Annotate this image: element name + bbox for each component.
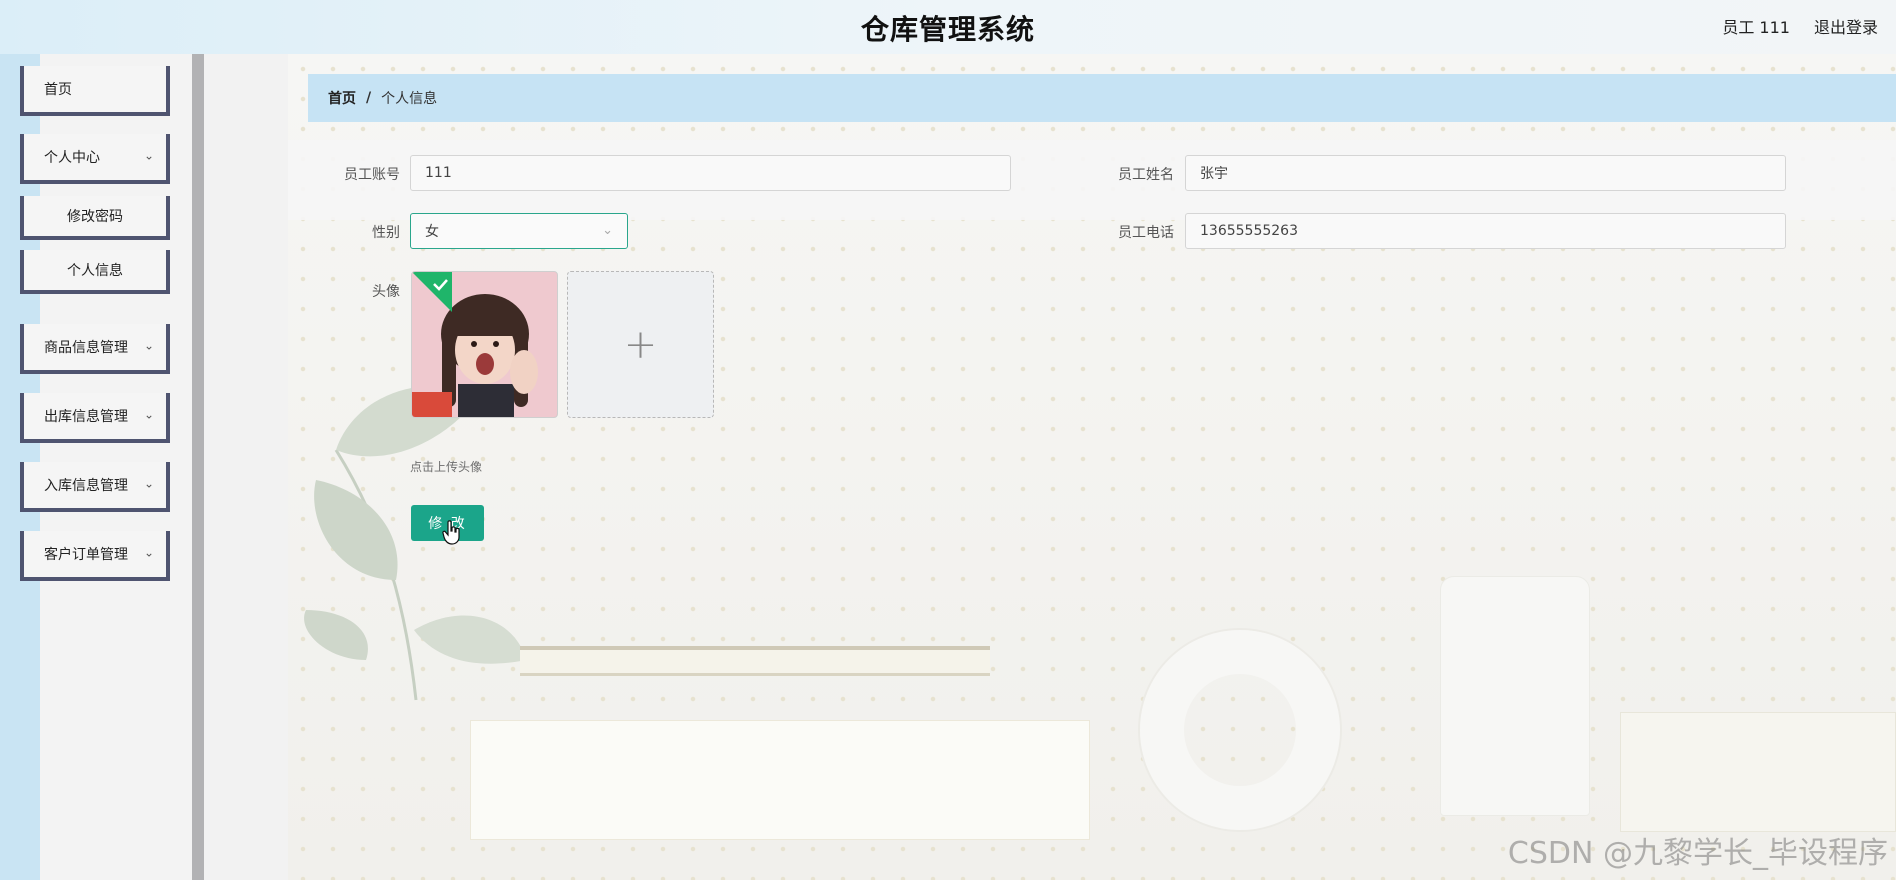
name-label: 员工姓名 bbox=[1118, 167, 1174, 183]
sidebar-item-label: 个人中心 bbox=[44, 150, 100, 166]
block-decoration bbox=[1620, 712, 1896, 832]
upload-hint: 点击上传头像 bbox=[410, 460, 483, 474]
breadcrumb-home[interactable]: 首页 bbox=[328, 88, 356, 108]
chevron-down-icon: ⌄ bbox=[143, 148, 154, 163]
phone-field[interactable]: 13655555263 bbox=[1185, 213, 1786, 249]
breadcrumb: 首页 / 个人信息 bbox=[308, 74, 1896, 122]
breadcrumb-current: 个人信息 bbox=[381, 91, 438, 107]
sidebar-item-customer-orders[interactable]: 客户订单管理 ⌄ bbox=[20, 531, 170, 581]
current-user-label: 员工 111 bbox=[1722, 18, 1790, 37]
app-title: 仓库管理系统 bbox=[860, 13, 1035, 46]
chevron-down-icon: ⌄ bbox=[143, 545, 154, 560]
chevron-down-icon: ⌄ bbox=[143, 338, 154, 353]
name-value: 张宇 bbox=[1200, 166, 1228, 182]
hand-pointer-icon bbox=[442, 520, 460, 545]
account-field[interactable]: 111 bbox=[410, 155, 1011, 191]
sidebar-item-label: 商品信息管理 bbox=[44, 340, 128, 356]
account-value: 111 bbox=[425, 165, 452, 181]
gender-label: 性别 bbox=[372, 225, 400, 241]
sidebar-item-home[interactable]: 首页 bbox=[20, 66, 170, 116]
check-icon bbox=[412, 272, 452, 312]
sidebar-item-label: 首页 bbox=[44, 82, 72, 98]
gender-select[interactable]: 女 ⌄ bbox=[410, 213, 628, 249]
plus-icon: + bbox=[623, 321, 658, 368]
sidebar-divider bbox=[192, 54, 204, 880]
sidebar-item-product-management[interactable]: 商品信息管理 ⌄ bbox=[20, 324, 170, 374]
sidebar-item-change-password[interactable]: 修改密码 bbox=[20, 196, 170, 240]
chevron-down-icon: ⌄ bbox=[602, 223, 613, 238]
top-bar: 仓库管理系统 员工 111 退出登录 bbox=[0, 0, 1896, 54]
name-field[interactable]: 张宇 bbox=[1185, 155, 1786, 191]
content-gutter bbox=[204, 54, 288, 880]
sidebar-item-label: 个人信息 bbox=[67, 263, 123, 279]
sidebar-item-label: 客户订单管理 bbox=[44, 547, 128, 563]
user-area: 员工 111 退出登录 bbox=[1722, 14, 1878, 38]
phone-label: 员工电话 bbox=[1118, 225, 1174, 241]
tray-decoration bbox=[520, 646, 990, 676]
box-decoration bbox=[470, 720, 1090, 840]
gender-value: 女 bbox=[425, 224, 439, 240]
upload-avatar-button[interactable]: + bbox=[567, 271, 714, 418]
sidebar-item-personal-info[interactable]: 个人信息 bbox=[20, 250, 170, 294]
logout-link[interactable]: 退出登录 bbox=[1814, 14, 1878, 38]
watermark: CSDN @九黎学长_毕设程序 bbox=[1507, 836, 1888, 871]
chevron-down-icon: ⌄ bbox=[143, 476, 154, 491]
avatar-image[interactable] bbox=[411, 271, 558, 418]
avatar-label: 头像 bbox=[372, 284, 400, 300]
breadcrumb-separator: / bbox=[366, 90, 372, 106]
sidebar-item-label: 入库信息管理 bbox=[44, 478, 128, 494]
chevron-down-icon: ⌄ bbox=[143, 407, 154, 422]
sidebar-item-personal-center[interactable]: 个人中心 ⌄ bbox=[20, 134, 170, 184]
sidebar-item-inbound-management[interactable]: 入库信息管理 ⌄ bbox=[20, 462, 170, 512]
account-label: 员工账号 bbox=[344, 167, 400, 183]
sidebar-item-label: 出库信息管理 bbox=[44, 409, 128, 425]
jar-decoration bbox=[1440, 576, 1590, 816]
sidebar-item-outbound-management[interactable]: 出库信息管理 ⌄ bbox=[20, 393, 170, 443]
sidebar-item-label: 修改密码 bbox=[67, 209, 123, 225]
phone-value: 13655555263 bbox=[1200, 223, 1298, 239]
tape-roll-decoration bbox=[1140, 630, 1340, 830]
